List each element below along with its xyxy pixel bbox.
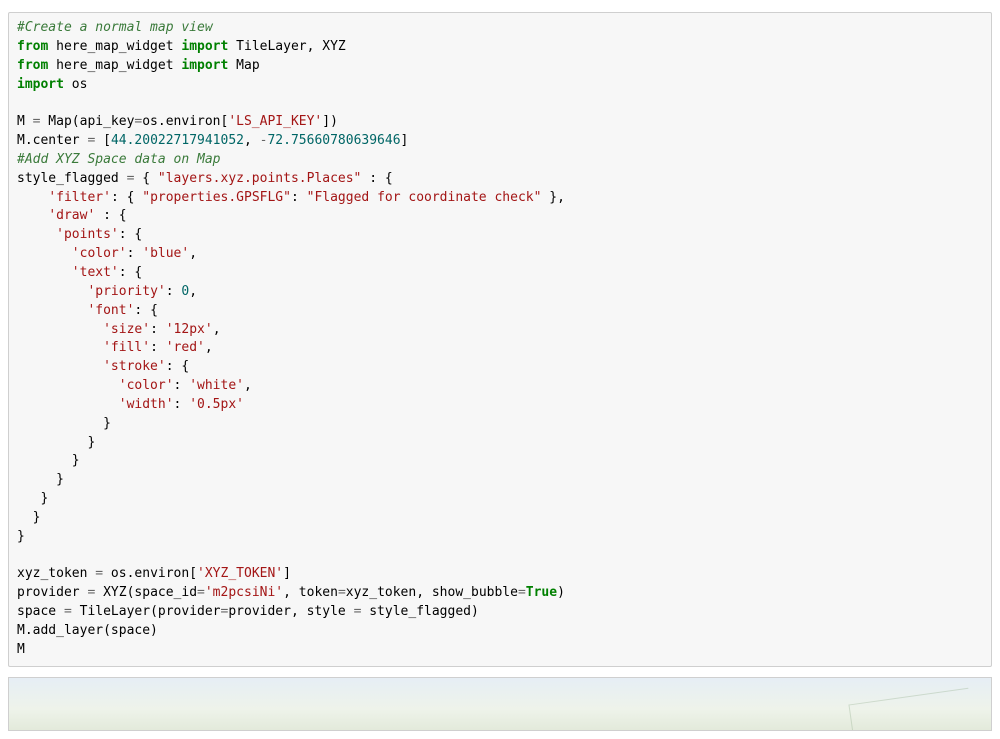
keyword-from: from — [17, 39, 48, 54]
comment: #Create a normal map view — [17, 20, 213, 35]
map-widget-output[interactable] — [8, 677, 992, 731]
code-content: #Create a normal map view from here_map_… — [17, 19, 983, 660]
code-cell[interactable]: #Create a normal map view from here_map_… — [8, 12, 992, 667]
